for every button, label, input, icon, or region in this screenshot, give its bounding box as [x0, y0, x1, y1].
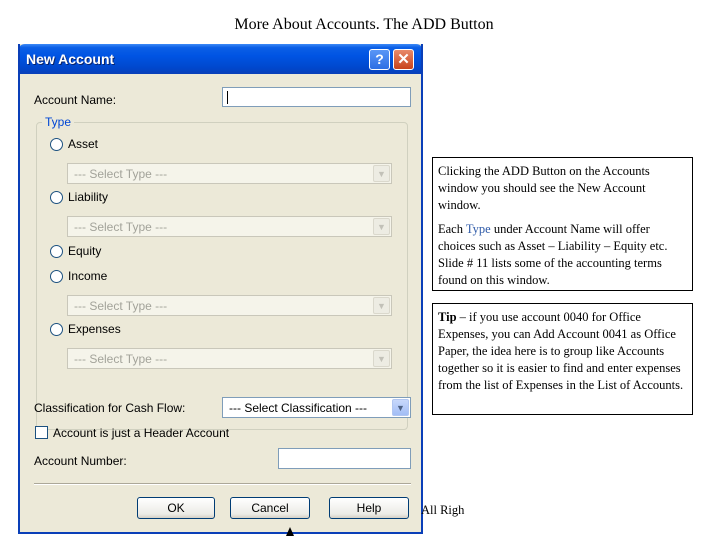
dialog-title: New Account	[26, 51, 115, 67]
cash-flow-select[interactable]: --- Select Classification --- ▼	[222, 397, 411, 418]
cancel-button[interactable]: Cancel	[230, 497, 310, 519]
radio-equity-label: Equity	[68, 244, 102, 258]
radio-income-label: Income	[68, 269, 108, 283]
radio-expenses-label: Expenses	[68, 322, 121, 336]
radio-liability-label: Liability	[68, 190, 109, 204]
chevron-down-icon[interactable]: ▼	[373, 350, 390, 367]
expenses-type-select-value: --- Select Type ---	[74, 352, 168, 366]
new-account-dialog: New Account ? ✕ Account Name: Type Asset…	[18, 44, 423, 534]
asset-type-select[interactable]: --- Select Type --- ▼	[67, 163, 392, 184]
help-button[interactable]: Help	[329, 497, 409, 519]
question-mark-icon: ?	[375, 51, 384, 67]
liability-type-select-value: --- Select Type ---	[74, 220, 168, 234]
account-name-input[interactable]	[222, 87, 411, 107]
radio-button[interactable]	[50, 323, 63, 336]
liability-type-select[interactable]: --- Select Type --- ▼	[67, 216, 392, 237]
header-account-checkbox-label: Account is just a Header Account	[53, 426, 230, 440]
radio-button[interactable]	[50, 191, 63, 204]
cash-flow-select-value: --- Select Classification ---	[229, 401, 368, 415]
text-caret	[227, 91, 228, 104]
footer-fragment: All Righ	[421, 503, 465, 517]
income-type-select-value: --- Select Type ---	[74, 299, 168, 313]
ok-button[interactable]: OK	[137, 497, 215, 519]
dialog-titlebar[interactable]: New Account ? ✕	[20, 44, 421, 74]
radio-asset-label: Asset	[68, 137, 99, 151]
income-type-select[interactable]: --- Select Type --- ▼	[67, 295, 392, 316]
tip-text: – if you use account 0040 for Office Exp…	[438, 310, 684, 392]
radio-button[interactable]	[50, 138, 63, 151]
type-highlight: Type	[465, 222, 491, 236]
footer-separator	[34, 483, 411, 485]
close-button[interactable]: ✕	[393, 49, 414, 70]
type-group-label: Type	[42, 115, 75, 129]
tip-label: Tip	[438, 310, 457, 324]
account-name-label: Account Name:	[34, 93, 117, 107]
radio-button[interactable]	[50, 270, 63, 283]
tip-callout: Tip – if you use account 0040 for Office…	[432, 303, 693, 415]
cash-flow-label: Classification for Cash Flow:	[34, 401, 186, 415]
close-icon: ✕	[397, 51, 410, 68]
expenses-type-select[interactable]: --- Select Type --- ▼	[67, 348, 392, 369]
mouse-cursor-icon	[286, 527, 294, 536]
info-callout-para1: Clicking the ADD Button on the Accounts …	[438, 164, 650, 212]
chevron-down-icon[interactable]: ▼	[373, 165, 390, 182]
help-titlebar-button[interactable]: ?	[369, 49, 390, 70]
info-callout-para2: Each Type under Account Name will offer …	[438, 221, 687, 289]
radio-button[interactable]	[50, 245, 63, 258]
asset-type-select-value: --- Select Type ---	[74, 167, 168, 181]
chevron-down-icon[interactable]: ▼	[373, 218, 390, 235]
info-callout-para2-start: Each	[438, 222, 466, 236]
slide-title: More About Accounts. The ADD Button	[234, 16, 494, 33]
info-callout: Clicking the ADD Button on the Accounts …	[432, 157, 693, 291]
chevron-down-icon[interactable]: ▼	[392, 399, 409, 416]
header-account-checkbox[interactable]	[35, 426, 48, 439]
account-number-input[interactable]	[278, 448, 411, 469]
account-number-label: Account Number:	[34, 454, 127, 468]
chevron-down-icon[interactable]: ▼	[373, 297, 390, 314]
